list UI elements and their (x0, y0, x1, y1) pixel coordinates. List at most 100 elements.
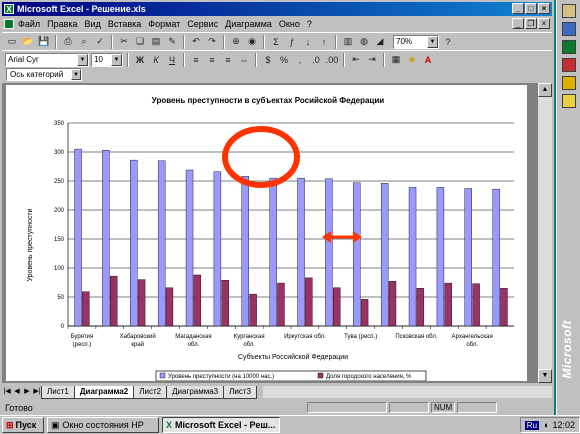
preview-icon[interactable]: ⌕ (77, 35, 91, 49)
bar-urban-share[interactable] (193, 274, 202, 327)
undo-icon[interactable]: ↶ (189, 35, 203, 49)
decrease-indent-icon[interactable]: ⇤ (349, 53, 363, 67)
function-icon[interactable]: ƒ (285, 35, 299, 49)
bar-urban-share[interactable] (360, 299, 369, 327)
excel-app-icon[interactable]: X (4, 4, 14, 14)
task-hp-status[interactable]: ▣ Окно состояния HP (47, 417, 159, 433)
open-icon[interactable]: 📂 (21, 35, 35, 49)
font-color-icon[interactable]: A (421, 53, 435, 67)
comma-icon[interactable]: , (293, 53, 307, 67)
bar-crime-level[interactable] (353, 182, 361, 327)
bar-urban-share[interactable] (305, 277, 313, 327)
increase-decimal-icon[interactable]: .0 (309, 53, 323, 67)
borders-icon[interactable]: ▦ (389, 53, 403, 67)
key-icon[interactable] (561, 94, 576, 108)
bar-crime-level[interactable] (185, 169, 194, 327)
bar-urban-share[interactable] (416, 288, 425, 327)
bar-crime-level[interactable] (102, 150, 110, 327)
explorer-icon[interactable] (561, 76, 576, 90)
redo-icon[interactable]: ↷ (205, 35, 219, 49)
bar-crime-level[interactable] (241, 176, 249, 327)
powerpoint-icon[interactable] (561, 58, 576, 72)
bar-crime-level[interactable] (74, 148, 82, 327)
speaker-icon[interactable]: ◖ (543, 420, 548, 430)
doc-close-button[interactable]: × (538, 18, 550, 29)
autosum-icon[interactable]: Σ (269, 35, 283, 49)
currency-icon[interactable]: $ (261, 53, 275, 67)
chevron-down-icon[interactable]: ▼ (77, 53, 88, 66)
bar-crime-level[interactable] (408, 187, 417, 327)
chart-page[interactable]: Уровень преступности в субъектах Росийск… (6, 85, 527, 382)
bar-crime-level[interactable] (130, 159, 138, 327)
merge-center-icon[interactable]: ⇔ (237, 53, 251, 67)
italic-button[interactable]: К (149, 53, 163, 67)
bar-crime-level[interactable] (380, 183, 389, 327)
scroll-up-button[interactable]: ▲ (538, 83, 552, 97)
vertical-scrollbar[interactable]: ▲ ▼ (538, 83, 552, 383)
language-indicator[interactable]: Ru (524, 420, 540, 430)
menu-view[interactable]: Вид (85, 19, 101, 29)
office-menu-icon[interactable] (561, 4, 576, 18)
align-center-icon[interactable]: ≡ (205, 53, 219, 67)
bar-crime-level[interactable] (269, 177, 277, 327)
excel-icon[interactable] (561, 40, 576, 54)
spelling-icon[interactable]: ✓ (93, 35, 107, 49)
next-sheet-button[interactable]: ▶ (22, 386, 32, 398)
bar-urban-share[interactable] (333, 287, 341, 327)
menu-window[interactable]: Окно (279, 19, 300, 29)
save-icon[interactable]: 💾 (37, 35, 51, 49)
drawing-icon[interactable]: ◢ (373, 35, 387, 49)
chevron-down-icon[interactable]: ▼ (111, 53, 122, 66)
doc-restore-button[interactable]: ❐ (525, 18, 537, 29)
prev-sheet-button[interactable]: ◀ (12, 386, 22, 398)
fill-color-icon[interactable]: ◈ (405, 53, 419, 67)
copy-icon[interactable]: ❏ (133, 35, 147, 49)
tab-sheet2[interactable]: Лист2 (133, 385, 168, 399)
font-select[interactable]: Arial Cyr ▼ (5, 52, 89, 67)
bar-urban-share[interactable] (472, 283, 480, 327)
bar-crime-level[interactable] (213, 171, 222, 327)
menu-insert[interactable]: Вставка (108, 19, 141, 29)
bar-urban-share[interactable] (444, 282, 452, 327)
bar-crime-level[interactable] (436, 187, 445, 327)
format-painter-icon[interactable]: ✎ (165, 35, 179, 49)
map-icon[interactable]: ◍ (357, 35, 371, 49)
percent-icon[interactable]: % (277, 53, 291, 67)
close-button[interactable]: × (538, 3, 550, 14)
chart-svg[interactable]: Уровень преступности в субъектах Росийск… (6, 85, 527, 382)
underline-button[interactable]: Ч (165, 53, 179, 67)
bar-urban-share[interactable] (221, 279, 229, 327)
bar-crime-level[interactable] (464, 188, 472, 327)
horizontal-scrollbar[interactable] (262, 386, 552, 398)
font-size-select[interactable]: 10 ▼ (91, 52, 123, 67)
bar-urban-share[interactable] (82, 291, 90, 327)
tab-sheet3[interactable]: Лист3 (223, 385, 257, 399)
chevron-down-icon[interactable]: ▼ (427, 35, 438, 48)
doc-minimize-button[interactable]: _ (512, 18, 524, 29)
decrease-decimal-icon[interactable]: .00 (325, 53, 339, 67)
document-icon[interactable] (4, 19, 14, 29)
tab-sheet1[interactable]: Лист1 (41, 385, 75, 399)
bar-urban-share[interactable] (137, 279, 146, 327)
first-sheet-button[interactable]: |◀ (2, 386, 12, 398)
word-icon[interactable] (561, 22, 576, 36)
sort-desc-icon[interactable]: ↑ (317, 35, 331, 49)
task-excel[interactable]: X Microsoft Excel - Реш... (162, 417, 280, 433)
help-icon[interactable]: ? (441, 35, 455, 49)
bar-crime-level[interactable] (492, 188, 500, 327)
cut-icon[interactable]: ✂ (117, 35, 131, 49)
zoom-select[interactable]: 70% ▼ (393, 34, 439, 49)
menu-file[interactable]: Файл (18, 19, 40, 29)
start-button[interactable]: ⊞ Пуск (2, 417, 44, 433)
chevron-down-icon[interactable]: ▼ (71, 69, 81, 80)
new-icon[interactable]: ▭ (5, 35, 19, 49)
paste-icon[interactable]: ▤ (149, 35, 163, 49)
bar-urban-share[interactable] (165, 287, 174, 327)
menu-format[interactable]: Формат (148, 19, 180, 29)
bar-urban-share[interactable] (388, 281, 397, 327)
menu-chart[interactable]: Диаграмма (225, 19, 272, 29)
maximize-button[interactable]: □ (525, 3, 537, 14)
tab-chart3[interactable]: Диаграмма3 (166, 385, 225, 399)
menu-edit[interactable]: Правка (47, 19, 77, 29)
align-left-icon[interactable]: ≡ (189, 53, 203, 67)
